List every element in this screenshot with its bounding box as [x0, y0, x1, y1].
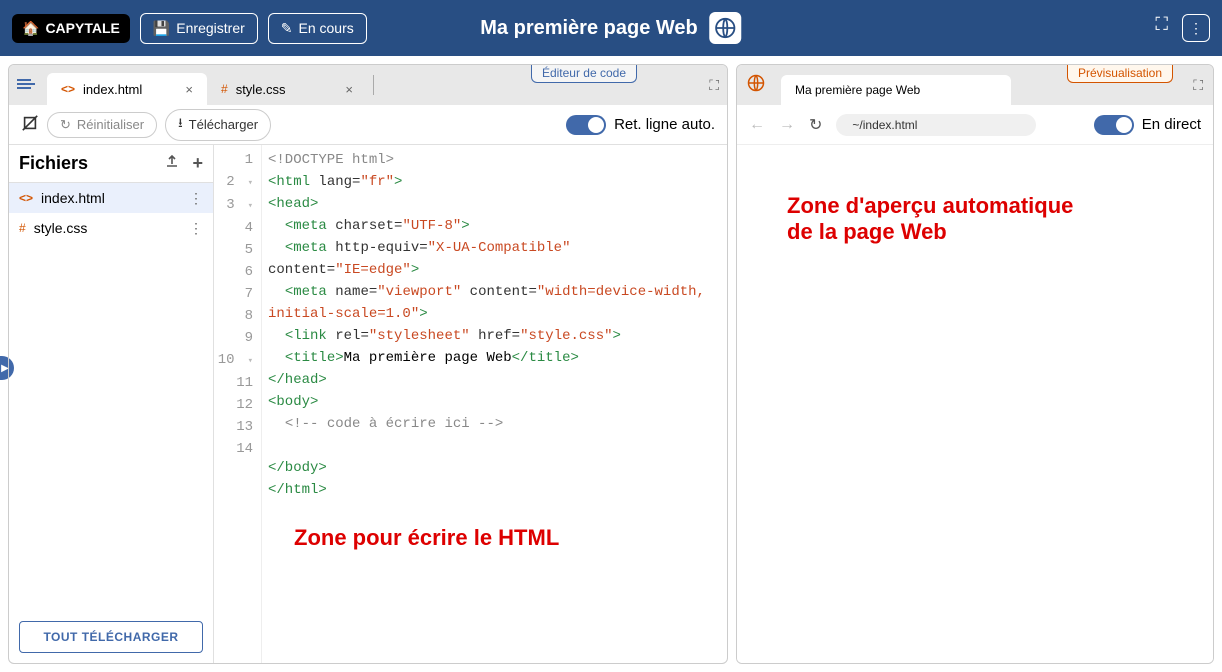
download-label: Télécharger: [189, 117, 258, 132]
pencil-icon: ✎: [281, 20, 293, 37]
file-menu-icon[interactable]: ⋮: [189, 220, 203, 237]
more-menu-button[interactable]: ⋮: [1182, 14, 1210, 42]
maximize-icon[interactable]: ⛶: [709, 77, 719, 94]
tab-style-css[interactable]: # style.css ×: [207, 73, 367, 105]
file-item-index-html[interactable]: <> index.html ⋮: [9, 183, 213, 213]
save-label: Enregistrer: [176, 20, 244, 36]
save-button[interactable]: 💾 Enregistrer: [140, 13, 258, 44]
logo-text: CAPYTALE: [45, 20, 119, 36]
html-file-icon: <>: [61, 82, 75, 96]
editor-panel: Éditeur de code <> index.html × # style.…: [8, 64, 728, 664]
close-icon[interactable]: ×: [185, 82, 193, 97]
preview-tab[interactable]: Ma première page Web: [781, 75, 1011, 105]
download-icon: ⭳: [178, 114, 183, 136]
home-icon: 🏠: [22, 20, 39, 37]
code-editor[interactable]: 12 ▾3 ▾45678910 ▾11121314 <!DOCTYPE html…: [214, 145, 727, 663]
reset-button[interactable]: ↻ Réinitialiser: [47, 112, 157, 138]
sidebar-toggle-icon[interactable]: [17, 75, 35, 96]
web-badge-icon: [710, 12, 742, 44]
tab-label: style.css: [236, 82, 286, 97]
reset-label: Réinitialiser: [77, 117, 144, 132]
title-text: Ma première page Web: [480, 17, 697, 40]
sidebar-header: Fichiers +: [9, 145, 213, 183]
preview-toolbar: ← → ↻ ~/index.html En direct: [737, 105, 1213, 145]
file-sidebar: Fichiers + <> index.html ⋮ # style.css: [9, 145, 214, 663]
forward-icon[interactable]: →: [779, 116, 795, 134]
code-content[interactable]: <!DOCTYPE html> <html lang="fr"> <head> …: [262, 145, 727, 663]
back-icon[interactable]: ←: [749, 116, 765, 134]
editor-toolbar: ↻ Réinitialiser ⭳ Télécharger Ret. ligne…: [9, 105, 727, 145]
autowrap-toggle[interactable]: [566, 115, 606, 135]
live-toggle[interactable]: [1094, 115, 1134, 135]
reload-icon[interactable]: ↻: [809, 115, 822, 135]
save-icon: 💾: [153, 20, 170, 37]
sidebar-title: Fichiers: [19, 153, 88, 174]
close-icon[interactable]: ×: [345, 82, 353, 97]
add-file-icon[interactable]: +: [192, 153, 203, 174]
tab-separator: [373, 75, 374, 95]
maximize-icon[interactable]: ⛶: [1193, 77, 1203, 94]
file-menu-icon[interactable]: ⋮: [189, 190, 203, 207]
live-label: En direct: [1142, 116, 1201, 133]
status-label: En cours: [299, 20, 354, 36]
file-item-style-css[interactable]: # style.css ⋮: [9, 213, 213, 243]
page-title: Ma première page Web: [480, 12, 741, 44]
editor-annotation: Zone pour écrire le HTML: [294, 525, 559, 551]
preview-panel-label: Prévisualisation: [1067, 64, 1173, 83]
file-name: index.html: [41, 190, 105, 206]
fullscreen-icon[interactable]: ⛶: [1155, 14, 1168, 42]
tab-index-html[interactable]: <> index.html ×: [47, 73, 207, 105]
preview-viewport: Zone d'aperçu automatique de la page Web: [737, 145, 1213, 663]
editor-panel-label: Éditeur de code: [531, 64, 637, 83]
reset-icon: ↻: [60, 117, 71, 133]
preview-panel: Prévisualisation Ma première page Web ⛶ …: [736, 64, 1214, 664]
css-file-icon: #: [221, 82, 228, 96]
status-button[interactable]: ✎ En cours: [268, 13, 367, 44]
html-file-icon: <>: [19, 191, 33, 205]
download-all-button[interactable]: TOUT TÉLÉCHARGER: [19, 621, 203, 653]
css-file-icon: #: [19, 221, 26, 235]
crop-off-icon[interactable]: [21, 114, 39, 135]
download-button[interactable]: ⭳ Télécharger: [165, 109, 271, 141]
preview-annotation: Zone d'aperçu automatique de la page Web: [787, 193, 1073, 245]
home-logo-button[interactable]: 🏠 CAPYTALE: [12, 14, 130, 43]
line-gutter: 12 ▾3 ▾45678910 ▾11121314: [214, 145, 262, 663]
file-name: style.css: [34, 220, 88, 236]
upload-icon[interactable]: [164, 153, 180, 174]
autowrap-label: Ret. ligne auto.: [614, 116, 715, 133]
globe-icon: [747, 74, 765, 97]
preview-tab-title: Ma première page Web: [795, 83, 920, 97]
url-bar[interactable]: ~/index.html: [836, 114, 1036, 136]
tab-label: index.html: [83, 82, 142, 97]
app-header: 🏠 CAPYTALE 💾 Enregistrer ✎ En cours Ma p…: [0, 0, 1222, 56]
